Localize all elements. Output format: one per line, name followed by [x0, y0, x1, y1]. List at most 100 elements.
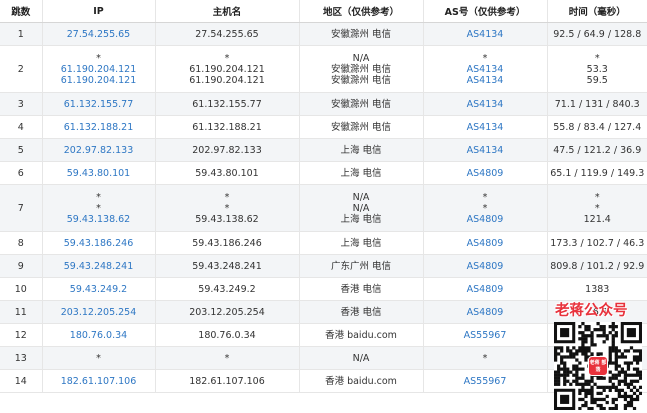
cell-as: AS4809	[422, 254, 547, 278]
cell-region-value: 安徽滁州 电信	[330, 63, 392, 75]
cell-as-value-link[interactable]: AS4134	[424, 99, 547, 110]
cell-ip-value-link[interactable]: 180.76.0.34	[43, 330, 155, 341]
cell-hop: 2	[0, 45, 42, 93]
table-header-row: 跳数 IP 主机名 地区（仅供参考） AS号（仅供参考） 时间（毫秒）	[0, 0, 647, 23]
cell-time-value: 71.1 / 131 / 840.3	[554, 98, 640, 110]
cell-ip-value-link[interactable]: 61.190.204.121	[43, 64, 155, 75]
cell-ip-value-link[interactable]: 203.12.205.254	[43, 307, 155, 318]
cell-region-value: 上海 电信	[340, 237, 382, 249]
cell-hop: 3	[0, 92, 42, 116]
cell-hostname-value: 182.61.107.106	[189, 375, 265, 387]
cell-region-value: N/A	[352, 191, 370, 203]
cell-ip-value-link[interactable]: 27.54.255.65	[43, 29, 155, 40]
cell-ip-value: *	[96, 52, 101, 64]
cell-ip-value-link[interactable]: 61.132.188.21	[43, 122, 155, 133]
cell-as-value-link[interactable]: AS4134	[424, 145, 547, 156]
cell-ip: 202.97.82.133	[41, 138, 155, 162]
cell-hop: 10	[0, 277, 42, 301]
col-header-as: AS号（仅供参考）	[422, 0, 547, 23]
cell-as-value-link[interactable]: AS4134	[424, 75, 547, 86]
table-row: 9 59.43.248.241 59.43.248.241 广东广州 电信 AS4809…	[0, 254, 647, 278]
table-row: 2 * 61.190.204.121 61.190.204.121 * 61.190.20…	[0, 45, 647, 93]
cell-time-value: 55.8 / 83.4 / 127.4	[553, 121, 642, 133]
cell-time-value: 65.1 / 119.9 / 149.3	[550, 167, 645, 179]
cell-ip-value-link[interactable]: 59.43.249.2	[43, 284, 155, 295]
cell-time: 71.1 / 131 / 840.3	[546, 92, 647, 116]
cell-hostname-value: 180.76.0.34	[198, 329, 256, 341]
cell-ip-value-link[interactable]: 182.61.107.106	[43, 376, 155, 387]
table-row: 7 * * 59.43.138.62 * * 59.43.138.62 N/A N/A 上海 电信…	[0, 184, 647, 232]
cell-time-value: *	[594, 202, 600, 214]
cell-region: 上海 电信	[298, 138, 423, 162]
cell-as-value-link[interactable]: AS4134	[424, 122, 547, 133]
cell-as-value-link[interactable]: AS4809	[424, 238, 547, 249]
cell-hop: 13	[0, 346, 42, 370]
cell-as-value: *	[482, 352, 488, 364]
cell-time-value: 92.5 / 64.9 / 128.8	[553, 28, 642, 40]
watermark-overlay: 老蒋公众号 老蒋 部落	[551, 302, 647, 413]
table-row: 10 59.43.249.2 59.43.249.2 香港 电信 AS4809 1383	[0, 277, 647, 301]
cell-ip-value: *	[96, 202, 101, 214]
cell-region: 上海 电信	[298, 231, 423, 255]
cell-hostname: * 61.190.204.121 61.190.204.121	[154, 45, 299, 93]
cell-hop: 1	[0, 22, 42, 46]
cell-as-value-link[interactable]: AS4809	[424, 307, 547, 318]
cell-region: 香港 电信	[298, 300, 423, 324]
cell-ip: 182.61.107.106	[41, 369, 155, 393]
cell-as-value-link[interactable]: AS4809	[424, 214, 547, 225]
col-header-ip: IP	[41, 0, 155, 23]
cell-as-value-link[interactable]: AS4134	[424, 64, 547, 75]
cell-ip-value-link[interactable]: 59.43.248.241	[43, 261, 155, 272]
cell-region: 广东广州 电信	[298, 254, 423, 278]
cell-region-value: 安徽滁州 电信	[330, 74, 392, 86]
cell-hostname-value: 202.97.82.133	[192, 144, 262, 156]
cell-region-value: 安徽滁州 电信	[330, 98, 392, 110]
cell-ip: *	[41, 346, 155, 370]
cell-ip-value-link[interactable]: 61.132.155.77	[43, 99, 155, 110]
cell-region-value: 安徽滁州 电信	[330, 121, 392, 133]
cell-ip-value-link[interactable]: 202.97.82.133	[43, 145, 155, 156]
cell-time-value: *	[594, 52, 600, 64]
cell-hostname-value: 59.43.80.101	[195, 167, 259, 179]
cell-as: AS4134	[422, 115, 547, 139]
cell-ip-value-link[interactable]: 61.190.204.121	[43, 75, 155, 86]
cell-ip-value-link[interactable]: 59.43.186.246	[43, 238, 155, 249]
cell-ip: 59.43.248.241	[41, 254, 155, 278]
cell-ip-value-link[interactable]: 59.43.80.101	[43, 168, 155, 179]
cell-region: 香港 baidu.com	[298, 323, 423, 347]
cell-hostname: *	[154, 346, 299, 370]
cell-ip-value-link[interactable]: 59.43.138.62	[43, 214, 155, 225]
cell-as-value-link[interactable]: AS55967	[424, 330, 547, 341]
cell-as-value-link[interactable]: AS55967	[424, 376, 547, 387]
cell-region-value: N/A	[352, 52, 370, 64]
cell-hostname-value: 61.190.204.121	[189, 74, 265, 86]
cell-ip-value: *	[96, 191, 101, 203]
cell-as-value-link[interactable]: AS4809	[424, 168, 547, 179]
cell-region-value: 安徽滁州 电信	[330, 28, 392, 40]
col-header-hop: 跳数	[0, 0, 42, 23]
cell-hop: 7	[0, 184, 42, 232]
cell-ip: 203.12.205.254	[41, 300, 155, 324]
cell-region: 香港 baidu.com	[298, 369, 423, 393]
table-row: 4 61.132.188.21 61.132.188.21 安徽滁州 电信 AS4134…	[0, 115, 647, 139]
cell-hostname-value: 59.43.249.2	[198, 283, 256, 295]
cell-as: AS4134	[422, 138, 547, 162]
cell-as: AS55967	[422, 323, 547, 347]
cell-region-value: 香港 baidu.com	[325, 329, 397, 341]
cell-as-value-link[interactable]: AS4809	[424, 261, 547, 272]
cell-hostname-value: *	[224, 202, 230, 214]
cell-ip: 59.43.186.246	[41, 231, 155, 255]
cell-as-value: *	[482, 52, 488, 64]
cell-ip: * * 59.43.138.62	[41, 184, 155, 232]
cell-hop: 11	[0, 300, 42, 324]
cell-time: 92.5 / 64.9 / 128.8	[546, 22, 647, 46]
cell-hostname-value: 203.12.205.254	[189, 306, 265, 318]
cell-as-value-link[interactable]: AS4809	[424, 284, 547, 295]
cell-region: N/A 安徽滁州 电信 安徽滁州 电信	[298, 45, 423, 93]
cell-as-value-link[interactable]: AS4134	[424, 29, 547, 40]
qr-code-image: 老蒋 部落	[554, 322, 642, 410]
table-row: 11 203.12.205.254 203.12.205.254 香港 电信 AS480…	[0, 300, 647, 324]
cell-time: 173.3 / 102.7 / 46.3	[546, 231, 647, 255]
cell-hop: 14	[0, 369, 42, 393]
cell-ip: * 61.190.204.121 61.190.204.121	[41, 45, 155, 93]
